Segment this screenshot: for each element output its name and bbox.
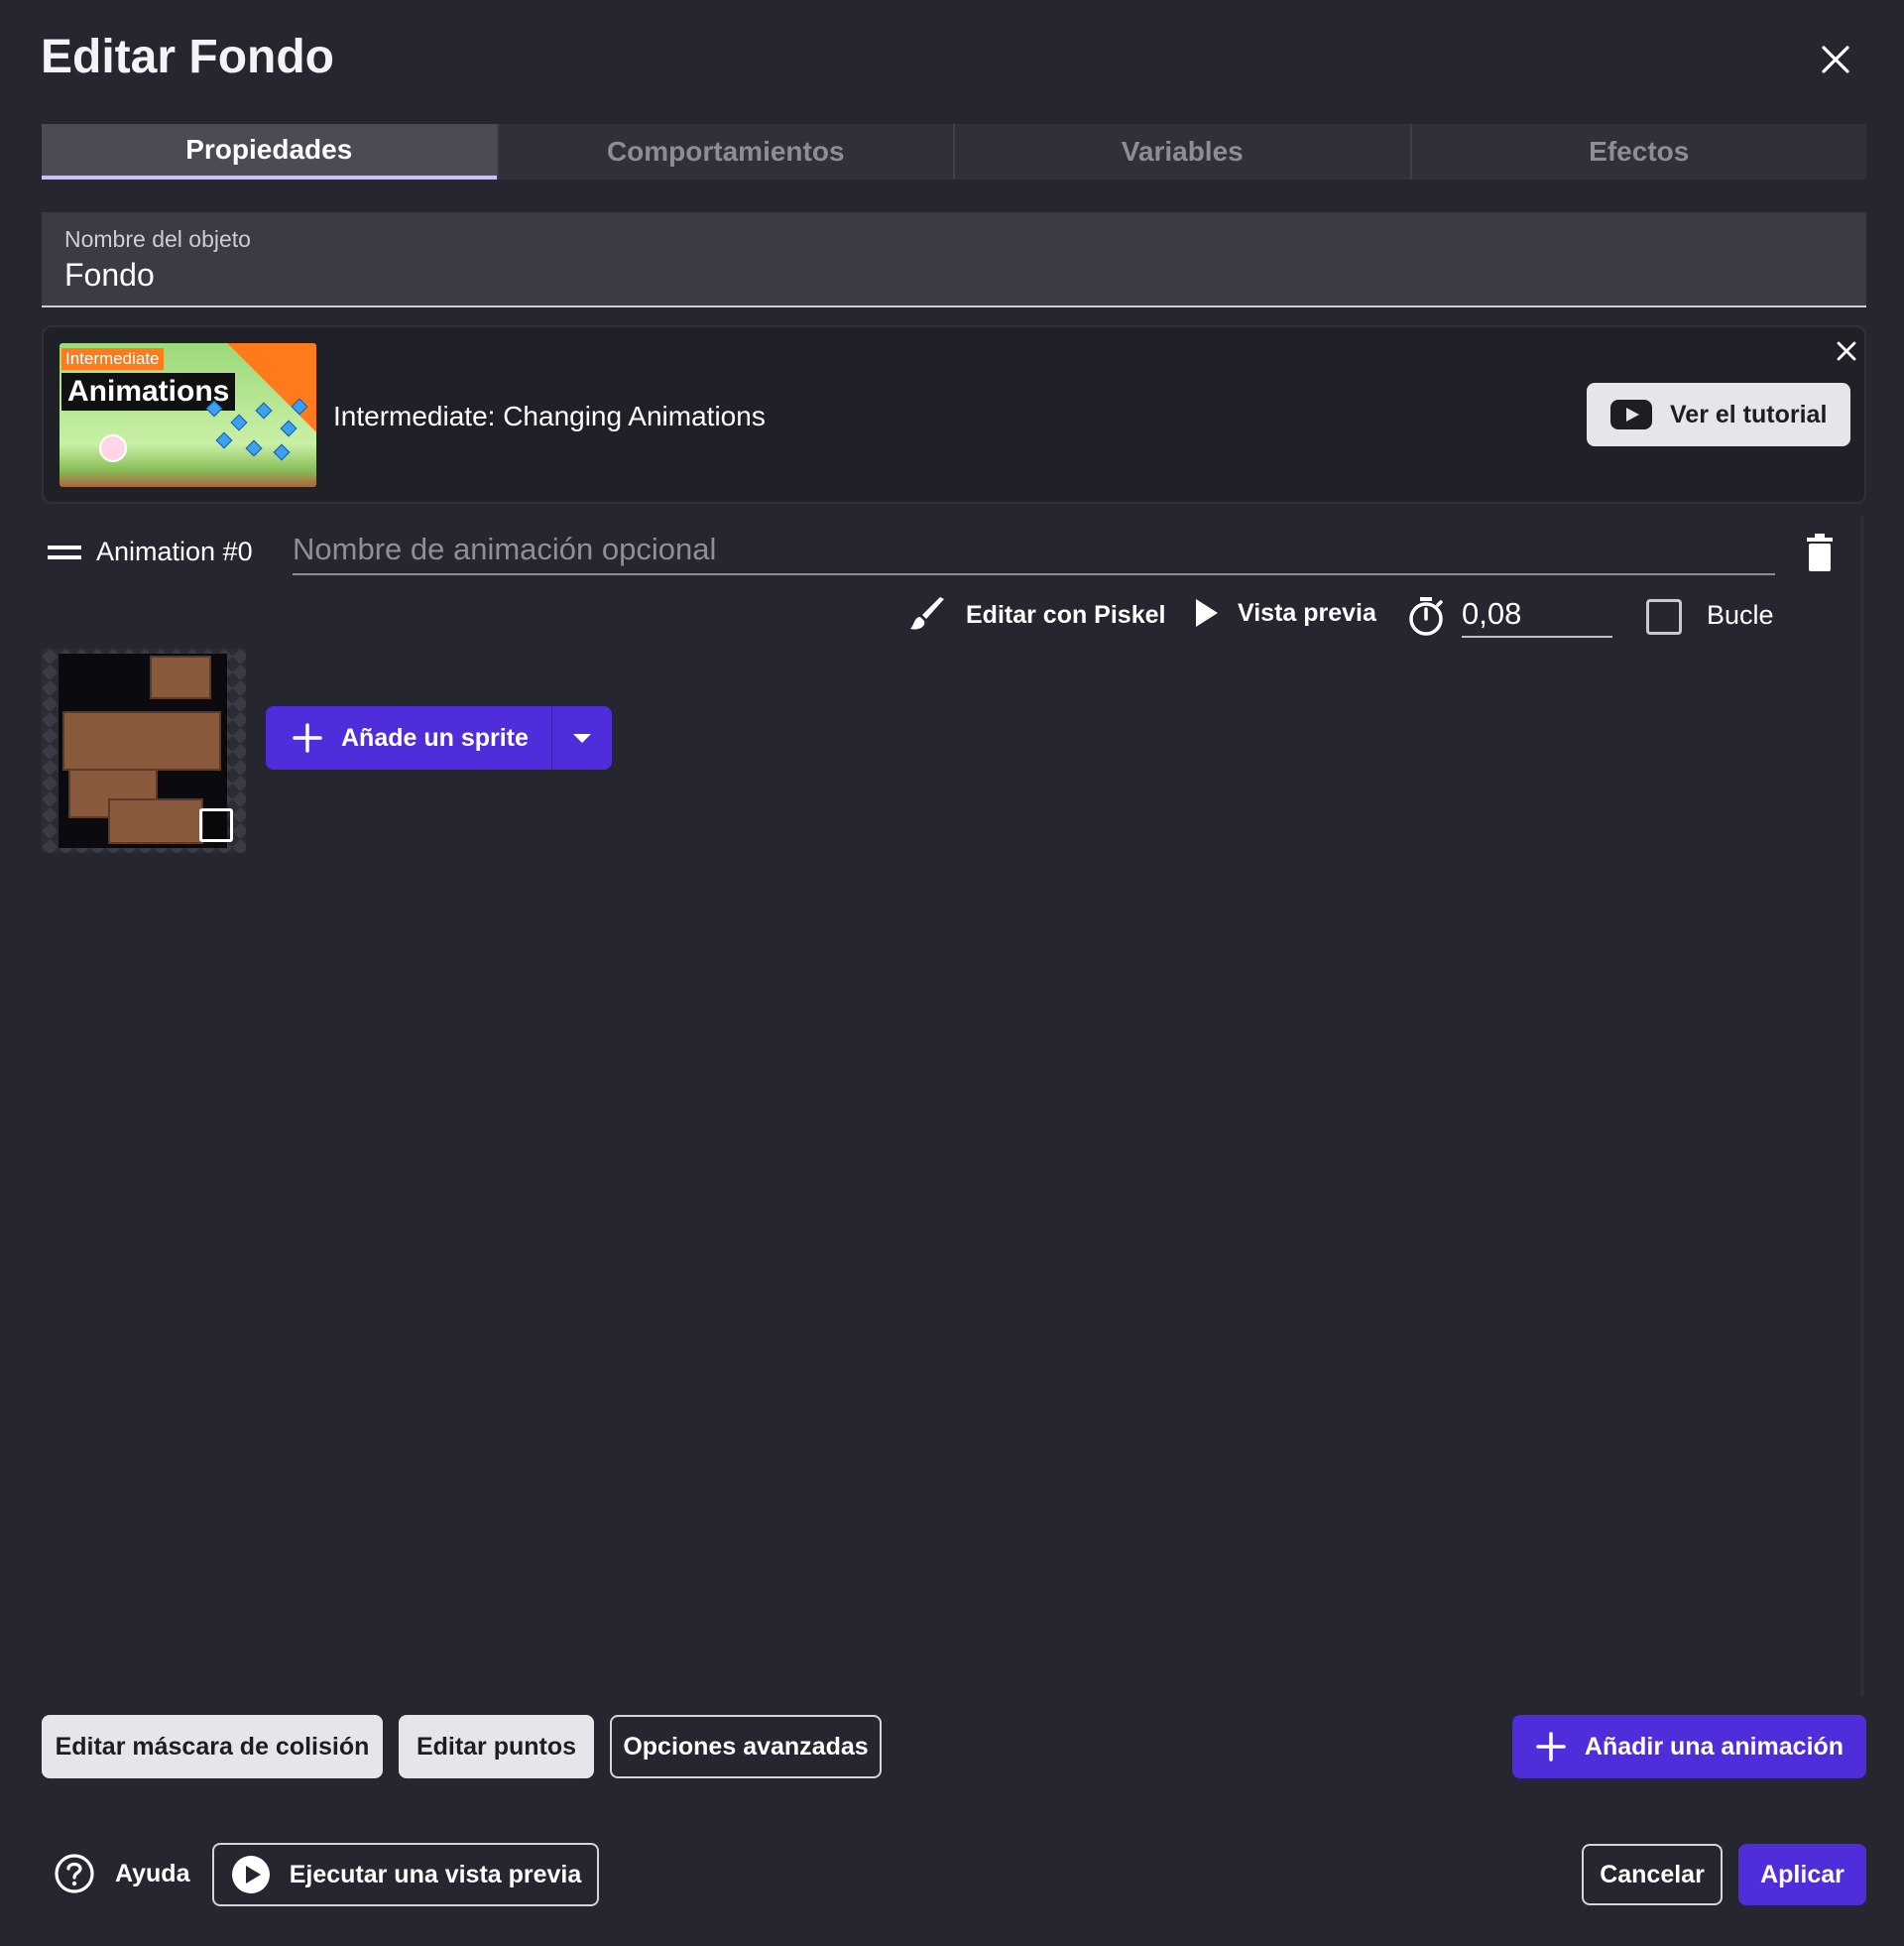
tutorial-thumbnail[interactable]: Intermediate Animations (60, 343, 316, 487)
preview-button[interactable]: Vista previa (1194, 597, 1376, 629)
add-sprite-button[interactable]: Añade un sprite (266, 706, 612, 770)
sprite-select-checkbox[interactable] (199, 808, 233, 842)
map-room (108, 798, 203, 844)
edit-points-button[interactable]: Editar puntos (399, 1715, 594, 1778)
preview-label: Vista previa (1238, 598, 1376, 627)
map-room (62, 711, 221, 771)
sprite-thumbnail[interactable] (42, 649, 246, 853)
close-icon[interactable] (1818, 42, 1853, 77)
trash-icon[interactable] (1805, 534, 1835, 571)
add-sprite-label: Añade un sprite (341, 723, 529, 752)
edit-with-piskel-label: Editar con Piskel (966, 600, 1166, 629)
help-label: Ayuda (115, 1859, 190, 1887)
run-preview-label: Ejecutar una vista previa (289, 1860, 582, 1888)
run-preview-button[interactable]: Ejecutar una vista previa (212, 1843, 599, 1906)
edit-with-piskel-button[interactable]: Editar con Piskel (908, 595, 1165, 635)
watch-tutorial-button[interactable]: Ver el tutorial (1587, 383, 1850, 446)
drag-handle-icon[interactable] (48, 543, 83, 562)
object-name-field[interactable]: Nombre del objeto (42, 212, 1866, 307)
character-icon (99, 434, 127, 462)
tab-efectos[interactable]: Efectos (1409, 124, 1867, 180)
object-name-input[interactable] (64, 257, 1844, 294)
frame-time-input[interactable] (1462, 592, 1612, 638)
timer-icon (1409, 597, 1443, 636)
animation-name-input[interactable] (293, 526, 1775, 575)
tab-bar: Propiedades Comportamientos Variables Ef… (42, 124, 1866, 180)
add-sprite-dropdown[interactable] (551, 706, 612, 770)
cancel-button[interactable]: Cancelar (1582, 1844, 1723, 1905)
tab-propiedades[interactable]: Propiedades (42, 124, 497, 180)
tab-comportamientos[interactable]: Comportamientos (496, 124, 954, 180)
gem-icon (273, 443, 291, 461)
advanced-options-button[interactable]: Opciones avanzadas (610, 1715, 882, 1778)
gem-icon (245, 439, 263, 457)
thumbnail-badge: Intermediate (61, 348, 164, 370)
gem-icon (215, 431, 233, 449)
animation-label: Animation #0 (96, 537, 253, 566)
brush-icon (910, 597, 944, 630)
youtube-icon (1610, 400, 1652, 429)
plus-icon (1536, 1732, 1566, 1762)
tutorial-title: Intermediate: Changing Animations (333, 401, 766, 431)
add-animation-label: Añadir una animación (1584, 1732, 1844, 1761)
loop-checkbox[interactable] (1646, 599, 1682, 635)
add-sprite-main[interactable]: Añade un sprite (266, 706, 551, 770)
edit-collision-mask-button[interactable]: Editar máscara de colisión (42, 1715, 383, 1778)
map-room (150, 656, 211, 699)
scrollbar-track[interactable] (1860, 516, 1864, 1696)
plus-icon (293, 723, 322, 753)
dismiss-tutorial-icon[interactable] (1833, 337, 1860, 365)
tutorial-card: Intermediate Animations Intermediate: Ch… (42, 325, 1866, 504)
watch-tutorial-label: Ver el tutorial (1670, 400, 1828, 428)
help-button[interactable]: Ayuda (54, 1853, 189, 1894)
apply-button[interactable]: Aplicar (1738, 1844, 1866, 1905)
add-animation-button[interactable]: Añadir una animación (1512, 1715, 1866, 1778)
tab-variables[interactable]: Variables (953, 124, 1410, 180)
play-circle-icon (231, 1856, 270, 1893)
loop-label: Bucle (1707, 600, 1774, 630)
play-icon (1196, 599, 1218, 627)
chevron-down-icon (573, 733, 591, 743)
dialog-title: Editar Fondo (41, 31, 334, 83)
object-name-label: Nombre del objeto (64, 226, 251, 252)
help-icon (55, 1854, 94, 1893)
